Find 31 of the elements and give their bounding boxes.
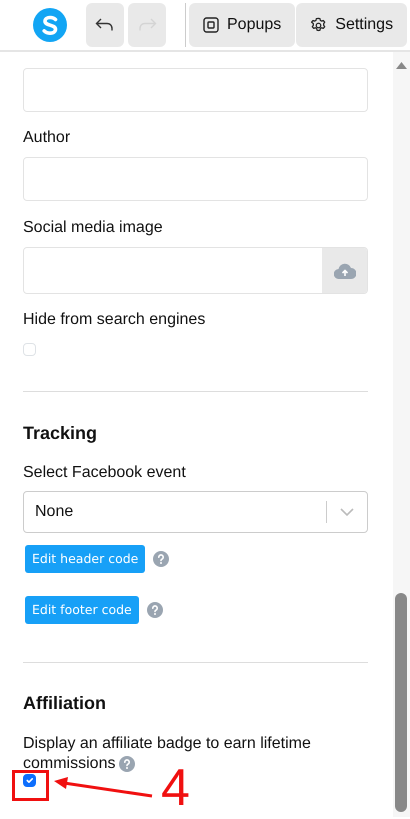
section-title: Tracking bbox=[23, 422, 98, 444]
upload-button[interactable] bbox=[322, 248, 367, 293]
popups-button[interactable]: Popups bbox=[189, 3, 296, 47]
checkbox[interactable] bbox=[23, 774, 36, 787]
text-field[interactable] bbox=[23, 68, 368, 112]
field-label: Social media image bbox=[23, 218, 164, 237]
scroll-up-icon[interactable] bbox=[396, 62, 407, 69]
cloud-upload-icon bbox=[334, 262, 356, 278]
logo-icon[interactable] bbox=[33, 8, 67, 42]
help-icon[interactable] bbox=[146, 602, 163, 618]
help-icon[interactable] bbox=[119, 756, 136, 772]
gear-icon bbox=[310, 16, 328, 34]
image-upload-field[interactable] bbox=[23, 247, 368, 294]
text-field[interactable] bbox=[23, 157, 368, 201]
help-icon[interactable] bbox=[153, 551, 170, 567]
popup-icon bbox=[203, 17, 219, 33]
settings-button[interactable]: Settings bbox=[296, 3, 408, 47]
field-label: Select Facebook event bbox=[23, 463, 187, 482]
undo-button[interactable] bbox=[86, 3, 124, 47]
scrollbar[interactable] bbox=[393, 52, 410, 817]
section-title: Affiliation bbox=[23, 692, 107, 714]
affiliate-description: Display an affiliate badge to earn lifetime bbox=[23, 734, 311, 754]
undo-icon bbox=[95, 18, 115, 32]
annotation-number: 4 bbox=[161, 760, 190, 816]
event-select[interactable]: None bbox=[23, 491, 368, 533]
checkbox-label: Hide from search engines bbox=[23, 310, 206, 329]
annotation-box bbox=[12, 770, 49, 801]
scrollbar-thumb[interactable] bbox=[395, 593, 407, 812]
field-label: Author bbox=[23, 128, 72, 147]
select-value: None bbox=[35, 502, 74, 522]
affiliate-description: commissions bbox=[23, 754, 116, 774]
